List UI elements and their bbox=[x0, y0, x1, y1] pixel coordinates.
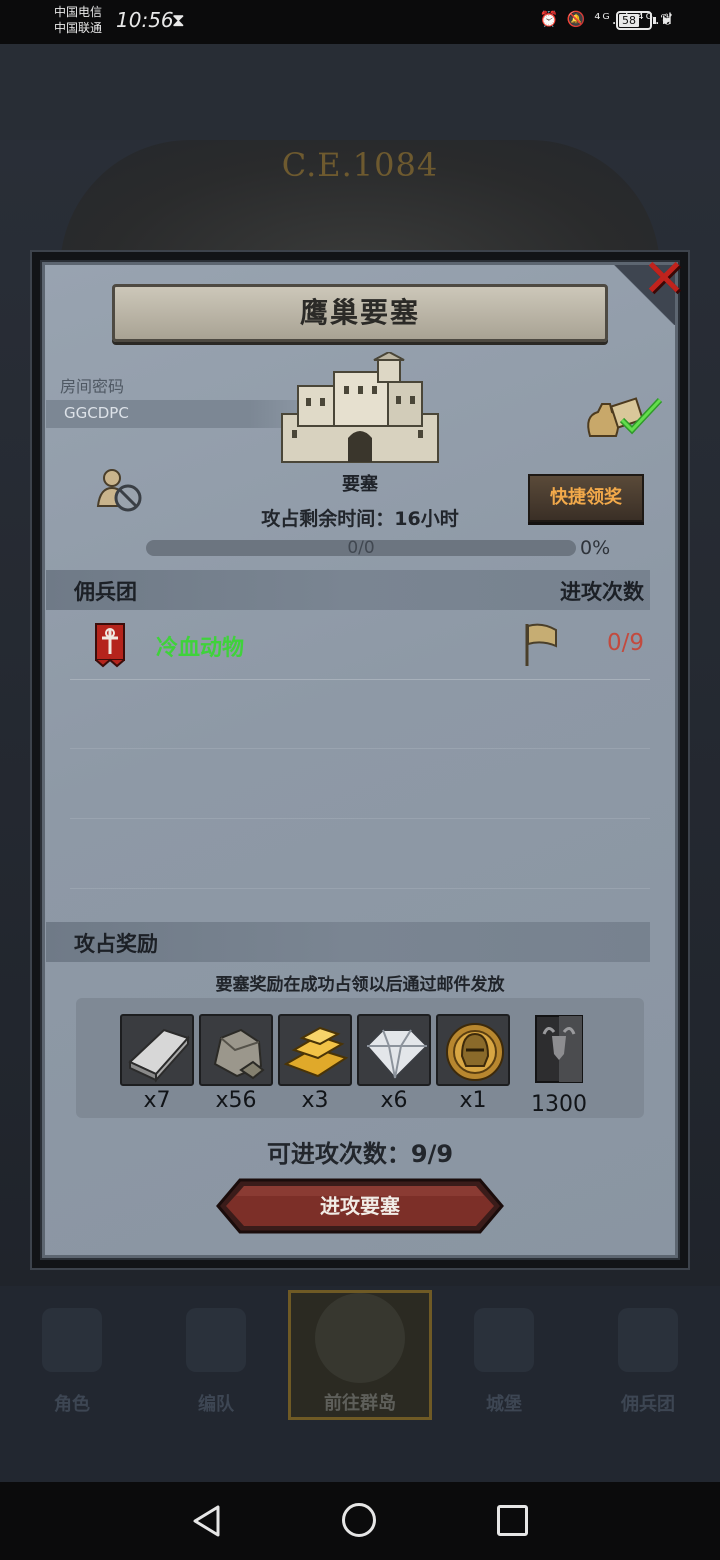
carrier-1: 中国电信 bbox=[54, 5, 103, 19]
remaining-time-text: 攻占剩余时间：16小时 bbox=[261, 508, 459, 530]
compass-map-icon bbox=[315, 1293, 405, 1383]
reward-icon-box bbox=[436, 1014, 510, 1086]
empty-row-divider bbox=[70, 818, 650, 819]
fortress-icon bbox=[281, 352, 439, 463]
battery-tip bbox=[653, 17, 656, 24]
reward-item[interactable]: x1 bbox=[436, 1014, 510, 1113]
hourglass-icon: ⧗ bbox=[172, 10, 185, 31]
attack-attempts-text: 可进攻次数：9/9 bbox=[266, 1140, 454, 1168]
empty-row-divider bbox=[70, 888, 650, 889]
castle-icon bbox=[474, 1308, 534, 1372]
status-bar: 中国电信 中国联通 10:56 ⧗ ⏰ 🔕 ⁴ᴳ.ıl ⁴ᴳ.ıl 58 ❦ bbox=[0, 0, 720, 44]
golden-helmet-icon bbox=[446, 1023, 504, 1081]
iron-ingot-icon bbox=[128, 1028, 190, 1083]
mercenary-icon bbox=[618, 1308, 678, 1372]
nav-label: 前往群岛 bbox=[324, 1393, 396, 1414]
recent-apps-icon[interactable] bbox=[497, 1505, 528, 1536]
nav-item-mercenary[interactable]: 佣兵团 bbox=[576, 1300, 720, 1420]
home-icon[interactable] bbox=[342, 1503, 376, 1537]
rewards-note: 要塞奖励在成功占领以后通过邮件发放 bbox=[215, 975, 505, 995]
title-banner: 鹰巢要塞 bbox=[112, 284, 608, 342]
reward-icon-box bbox=[120, 1014, 194, 1086]
reward-qty: x56 bbox=[215, 1088, 257, 1113]
nav-label: 佣兵团 bbox=[621, 1394, 675, 1415]
reward-bag-icon[interactable] bbox=[584, 390, 664, 440]
reward-qty: 1300 bbox=[531, 1092, 587, 1117]
gold-bars-icon bbox=[283, 1026, 349, 1078]
knight-icon bbox=[42, 1308, 102, 1372]
stone-ore-icon bbox=[213, 1028, 265, 1080]
battery-icon: 58 bbox=[616, 11, 652, 30]
empty-row-divider bbox=[70, 748, 650, 749]
rewards-section-header: 攻占奖励 bbox=[46, 922, 650, 962]
guild-banner-icon bbox=[95, 623, 125, 668]
reward-qty: x7 bbox=[143, 1088, 171, 1113]
reward-item[interactable]: x6 bbox=[357, 1014, 431, 1113]
reward-qty: x1 bbox=[459, 1088, 487, 1113]
mercenary-section-title: 佣兵团 bbox=[74, 580, 137, 604]
reward-qty: x3 bbox=[301, 1088, 329, 1113]
flag-icon bbox=[525, 623, 557, 666]
nav-item-castle[interactable]: 城堡 bbox=[432, 1300, 576, 1420]
reward-icon-box bbox=[278, 1014, 352, 1086]
nav-item-islands[interactable]: 前往群岛 bbox=[288, 1290, 432, 1420]
era-text: C.E.1084 bbox=[281, 146, 439, 184]
mercenary-name: 冷血动物 bbox=[156, 636, 245, 661]
attack-count-column: 进攻次数 bbox=[560, 580, 644, 604]
horned-banner-icon bbox=[535, 1015, 583, 1083]
carrier-names: 中国电信 中国联通 bbox=[54, 4, 102, 36]
close-button[interactable]: ✕ bbox=[640, 253, 688, 305]
nav-item-formation[interactable]: 编队 bbox=[144, 1300, 288, 1420]
reward-item[interactable]: 1300 bbox=[522, 1014, 596, 1117]
power-saving-icon: ❦ bbox=[660, 10, 674, 29]
reward-item[interactable]: x3 bbox=[278, 1014, 352, 1113]
nav-label: 城堡 bbox=[486, 1394, 522, 1415]
reward-icon-box bbox=[357, 1014, 431, 1086]
battery-level: 58 bbox=[619, 14, 639, 27]
formation-icon bbox=[186, 1308, 246, 1372]
nav-item-character[interactable]: 角色 bbox=[0, 1300, 144, 1420]
attack-fortress-button[interactable]: 进攻要塞 bbox=[216, 1178, 504, 1234]
clock-time: 10:56 bbox=[116, 8, 174, 32]
reward-item[interactable]: x7 bbox=[120, 1014, 194, 1113]
mercenary-row[interactable]: 冷血动物 0/9 bbox=[70, 614, 650, 680]
rewards-section-title: 攻占奖励 bbox=[74, 932, 158, 956]
reward-icon-box bbox=[199, 1014, 273, 1086]
carrier-2: 中国联通 bbox=[54, 21, 103, 35]
mercenary-attack-count: 0/9 bbox=[606, 630, 644, 656]
occupy-progress-count: 0/0 bbox=[347, 538, 375, 558]
occupy-progress-percent: 0% bbox=[580, 537, 611, 559]
reward-qty: x6 bbox=[380, 1088, 408, 1113]
room-password-label: 房间密码 bbox=[60, 377, 125, 396]
back-icon[interactable] bbox=[190, 1504, 224, 1538]
reward-item[interactable]: x56 bbox=[199, 1014, 273, 1113]
mercenary-section-header: 佣兵团 进攻次数 bbox=[46, 570, 650, 610]
diamond-icon bbox=[365, 1029, 429, 1080]
nav-label: 编队 bbox=[198, 1394, 234, 1415]
attack-button-label: 进攻要塞 bbox=[320, 1194, 400, 1218]
nav-label: 角色 bbox=[54, 1394, 90, 1415]
room-password-value[interactable]: GGCDPC bbox=[64, 404, 129, 422]
top-dim-band bbox=[0, 44, 720, 140]
dialog-title: 鹰巢要塞 bbox=[299, 296, 420, 329]
